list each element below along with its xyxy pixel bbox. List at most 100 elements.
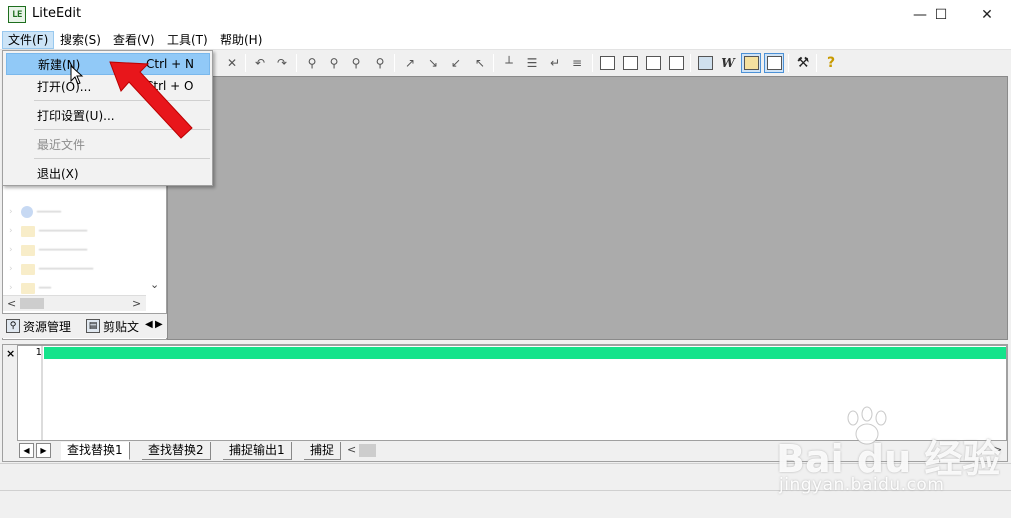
output-tab-next-icon[interactable]: ▶ <box>36 443 51 458</box>
explorer-tab-icon: ⚲ <box>6 319 20 333</box>
bookmark-button[interactable]: ↗ <box>400 53 420 73</box>
menu-item-open[interactable]: 打开(O)... Ctrl + O <box>6 75 210 97</box>
line-numbers-button[interactable]: ☰ <box>522 53 542 73</box>
tab-clipboard-label: 剪贴文 <box>103 319 140 334</box>
tree-item[interactable]: › ━━━━━━━━ <box>9 222 144 240</box>
toolbar-separator <box>245 54 246 72</box>
delete-button[interactable]: ✕ <box>222 53 242 73</box>
bookmark-prev-icon: ↙ <box>450 56 462 70</box>
bookmark-prev-button[interactable]: ↙ <box>446 53 466 73</box>
app-icon: LE <box>8 6 26 23</box>
explorer-vertical-scrollbar[interactable]: ⌄ <box>146 186 163 295</box>
return-icon: ↵ <box>549 56 561 70</box>
find-next-button[interactable]: ⚲ <box>324 53 344 73</box>
bookmark-clear-icon: ↖ <box>474 56 486 70</box>
output-icon <box>766 56 782 70</box>
tree-item[interactable]: › ━━━━━━━━ <box>9 241 144 259</box>
help-button[interactable]: ? <box>821 53 841 73</box>
tab-find-replace-2[interactable]: 查找替换2 <box>142 442 211 460</box>
cascade-button[interactable] <box>597 53 617 73</box>
menu-item-exit-label: 退出(X) <box>37 166 79 181</box>
output-close-icon[interactable]: × <box>6 347 15 360</box>
arrange-icon <box>668 56 684 70</box>
tab-clipboard[interactable]: ▤ 剪贴文 <box>86 317 144 335</box>
bookmark-next-button[interactable]: ↘ <box>423 53 443 73</box>
file-menu-dropdown: 新建(N) Ctrl + N 打开(O)... Ctrl + O 打印设置(U)… <box>2 50 213 186</box>
word-icon: W <box>721 56 735 70</box>
menu-item-exit[interactable]: 退出(X) <box>6 162 210 184</box>
menu-view[interactable]: 查看(V) <box>108 31 160 49</box>
tab-prev-icon[interactable]: ◀ <box>145 319 153 330</box>
clipboard-icon: ▤ <box>86 319 100 333</box>
title-bar: LE LiteEdit — ☐ ✕ <box>0 0 1011 30</box>
ruler-button[interactable]: ┴ <box>499 53 519 73</box>
redo-button[interactable]: ↷ <box>272 53 292 73</box>
output-scroll-left-icon[interactable]: < <box>347 443 356 456</box>
bookmark-clear-button[interactable]: ↖ <box>470 53 490 73</box>
undo-icon: ↶ <box>254 56 266 70</box>
line-gutter <box>41 346 43 440</box>
delete-icon: ✕ <box>226 56 238 70</box>
document-area[interactable] <box>167 76 1008 340</box>
tab-find-replace-1[interactable]: 查找替换1 <box>61 442 130 460</box>
scroll-down-icon[interactable]: ⌄ <box>150 278 159 291</box>
menu-tools[interactable]: 工具(T) <box>162 31 213 49</box>
toolbar-separator <box>493 54 494 72</box>
close-button[interactable]: ✕ <box>964 0 1010 30</box>
toolbar-separator <box>394 54 395 72</box>
bookmark-icon: ↗ <box>404 56 416 70</box>
list-button[interactable]: ≡ <box>567 53 587 73</box>
tile-vertical-button[interactable] <box>643 53 663 73</box>
menu-separator <box>34 100 210 101</box>
binoculars-icon: ⚲ <box>307 56 317 70</box>
menu-item-new[interactable]: 新建(N) Ctrl + N <box>6 53 210 75</box>
bookmark-next-icon: ↘ <box>427 56 439 70</box>
watermark-url: jingyan.baidu.com <box>779 475 945 495</box>
find-button[interactable]: ⚲ <box>302 53 322 73</box>
scroll-thumb[interactable] <box>20 298 44 309</box>
window-title: LiteEdit <box>32 6 82 21</box>
menu-item-print-setup[interactable]: 打印设置(U)... <box>6 104 210 126</box>
help-icon: ? <box>826 55 836 71</box>
tab-capture-output-1[interactable]: 捕捉输出1 <box>223 442 292 460</box>
output-toggle-button[interactable] <box>764 53 784 73</box>
tab-capture[interactable]: 捕捉 <box>304 442 342 460</box>
replace-all-button[interactable]: ⚲ <box>370 53 390 73</box>
tree-item[interactable]: › ━━━━ <box>9 203 144 221</box>
replace-button[interactable]: ⚲ <box>346 53 366 73</box>
tile-vertical-icon <box>645 56 661 70</box>
tile-horizontal-icon <box>622 56 638 70</box>
tools-button[interactable]: ⚒ <box>793 53 813 73</box>
explorer-toggle-button[interactable] <box>741 53 761 73</box>
mouse-cursor-icon <box>70 65 84 85</box>
menu-help[interactable]: 帮助(H) <box>215 31 267 49</box>
output-tab-prev-icon[interactable]: ◀ <box>19 443 34 458</box>
word-wrap-button[interactable]: ↵ <box>545 53 565 73</box>
panel-icon <box>697 56 713 70</box>
maximize-button[interactable]: ☐ <box>918 0 964 30</box>
menu-search[interactable]: 搜索(S) <box>55 31 106 49</box>
replace-all-icon: ⚲ <box>375 56 385 70</box>
tree-item[interactable]: › ━━━━━━━━━ <box>9 260 144 278</box>
panel-toggle-button[interactable] <box>695 53 715 73</box>
explorer-horizontal-scrollbar[interactable]: < > <box>3 295 146 311</box>
toolbar-separator <box>788 54 789 72</box>
scroll-left-icon[interactable]: < <box>7 297 16 310</box>
close-icon: ✕ <box>981 7 993 23</box>
menu-bar: 文件(F) 搜索(S) 查看(V) 工具(T) 帮助(H) <box>0 30 1011 50</box>
menu-separator <box>34 129 210 130</box>
tab-next-icon[interactable]: ▶ <box>155 319 163 330</box>
arrange-button[interactable] <box>666 53 686 73</box>
toolbar-separator <box>592 54 593 72</box>
undo-button[interactable]: ↶ <box>250 53 270 73</box>
scroll-right-icon[interactable]: > <box>132 297 141 310</box>
menu-file[interactable]: 文件(F) <box>2 31 55 49</box>
tab-explorer[interactable]: ⚲ 资源管理 <box>6 317 71 335</box>
tile-horizontal-button[interactable] <box>620 53 640 73</box>
menu-item-new-shortcut: Ctrl + N <box>146 57 195 71</box>
menu-item-recent-files: 最近文件 <box>6 133 210 155</box>
maximize-icon: ☐ <box>934 7 948 23</box>
word-mode-button[interactable]: W <box>718 53 738 73</box>
line-number: 1 <box>35 347 42 358</box>
output-scroll-thumb[interactable] <box>359 444 376 457</box>
